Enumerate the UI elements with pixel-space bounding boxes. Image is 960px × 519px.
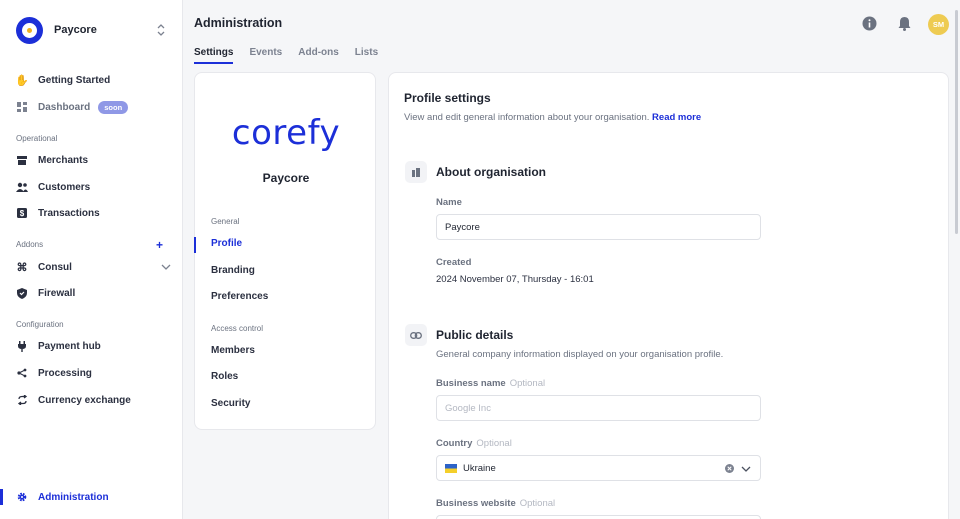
org-name: Paycore — [54, 24, 97, 36]
org-switcher[interactable]: Paycore — [16, 16, 176, 44]
wave-hand-icon: ✋ — [15, 74, 29, 87]
page-title: Administration — [194, 16, 283, 30]
svg-text:$: $ — [20, 209, 25, 218]
active-indicator — [194, 237, 196, 253]
public-details-subtitle: General company information displayed on… — [436, 349, 724, 360]
command-icon: ⌘ — [16, 261, 28, 274]
business-name-label: Business name Optional — [436, 378, 545, 389]
settings-title: Profile settings — [404, 91, 491, 105]
dashboard-icon — [16, 101, 28, 113]
user-avatar[interactable]: SM — [928, 14, 949, 35]
sidebar-item-label: Dashboard — [38, 101, 91, 113]
section-addons: Addons — [16, 240, 44, 249]
soon-badge: soon — [98, 100, 129, 114]
section-general: General — [211, 217, 240, 226]
corefy-logo: corefy — [231, 113, 341, 153]
sidebar-item-merchants[interactable]: Merchants — [16, 150, 171, 170]
tab-add-ons[interactable]: Add-ons — [298, 47, 339, 64]
public-details-title: Public details — [436, 328, 514, 342]
link-icon — [405, 324, 427, 346]
tab-events[interactable]: Events — [249, 47, 282, 64]
dollar-icon: $ — [16, 207, 28, 219]
sidebar-item-transactions[interactable]: $ Transactions — [16, 203, 171, 223]
sidebar-item-label: Getting Started — [38, 74, 111, 86]
clear-icon[interactable] — [725, 464, 734, 473]
unfold-icon — [157, 24, 165, 36]
settings-description: View and edit general information about … — [404, 112, 701, 123]
profile-settings-card: Profile settings View and edit general i… — [388, 72, 949, 519]
description-text: View and edit general information about … — [404, 112, 650, 123]
sidebar-item-label: Customers — [38, 181, 91, 193]
business-website-input[interactable] — [436, 515, 761, 519]
section-operational: Operational — [16, 134, 58, 143]
subnav-preferences[interactable]: Preferences — [211, 291, 268, 302]
store-icon — [16, 154, 28, 166]
sidebar-item-currency-exchange[interactable]: Currency exchange — [16, 390, 171, 410]
plug-icon — [16, 340, 28, 352]
ukraine-flag-icon — [445, 463, 457, 473]
country-select[interactable]: Ukraine — [436, 455, 761, 481]
chevron-down-icon[interactable] — [161, 262, 171, 272]
subnav-security[interactable]: Security — [211, 398, 250, 409]
created-label: Created — [436, 257, 472, 268]
sidebar-item-label: Merchants — [38, 154, 89, 166]
sidebar-item-label: Processing — [38, 367, 92, 379]
scroll-thumb[interactable] — [955, 10, 958, 234]
optional-hint: Optional — [509, 378, 546, 389]
shield-icon — [16, 287, 28, 299]
users-icon — [16, 181, 28, 193]
sidebar-item-label: Transactions — [38, 207, 100, 219]
sidebar-item-dashboard[interactable]: Dashboard soon — [16, 97, 171, 117]
about-organisation-title: About organisation — [436, 165, 546, 179]
add-addon-button[interactable]: + — [156, 239, 163, 251]
active-indicator — [0, 489, 3, 505]
optional-hint: Optional — [476, 438, 512, 449]
business-name-input[interactable] — [436, 395, 761, 421]
label-text: Country — [436, 438, 473, 449]
gear-icon — [16, 491, 28, 503]
sidebar-item-label: Consul — [38, 261, 72, 273]
brand-logo-icon — [16, 16, 43, 44]
building-icon — [405, 161, 427, 183]
sidebar-item-label: Payment hub — [38, 340, 101, 352]
sidebar-item-payment-hub[interactable]: Payment hub — [16, 336, 171, 356]
business-website-label: Business website Optional — [436, 498, 555, 509]
read-more-link[interactable]: Read more — [652, 112, 701, 123]
organisation-name: Paycore — [262, 171, 310, 185]
exchange-icon — [16, 394, 28, 406]
created-value: 2024 November 07, Thursday - 16:01 — [436, 274, 594, 285]
subnav-roles[interactable]: Roles — [211, 371, 238, 382]
subnav-branding[interactable]: Branding — [211, 265, 255, 276]
bell-icon[interactable] — [897, 16, 912, 31]
country-label: Country Optional — [436, 438, 512, 449]
country-value: Ukraine — [463, 462, 496, 474]
sidebar-item-consul[interactable]: ⌘ Consul — [16, 257, 171, 277]
organisation-card: corefy Paycore General Profile Branding … — [194, 72, 376, 430]
sidebar-item-administration[interactable]: Administration — [16, 487, 171, 507]
name-label: Name — [436, 197, 462, 208]
tab-lists[interactable]: Lists — [355, 47, 378, 64]
section-configuration: Configuration — [16, 320, 64, 329]
optional-hint: Optional — [519, 498, 556, 509]
subnav-profile[interactable]: Profile — [211, 238, 242, 249]
label-text: Business name — [436, 378, 506, 389]
share-icon — [16, 367, 28, 379]
section-access-control: Access control — [211, 324, 264, 333]
sidebar-item-customers[interactable]: Customers — [16, 177, 171, 197]
tab-bar: Settings Events Add-ons Lists — [194, 47, 394, 64]
name-field[interactable]: Paycore — [436, 214, 761, 240]
sidebar: Paycore ✋ Getting Started Dashboard soon… — [0, 0, 183, 519]
tab-settings[interactable]: Settings — [194, 47, 234, 64]
chevron-down-icon[interactable] — [741, 464, 751, 474]
sidebar-item-firewall[interactable]: Firewall — [16, 283, 171, 303]
subnav-members[interactable]: Members — [211, 345, 255, 356]
sidebar-item-processing[interactable]: Processing — [16, 363, 171, 383]
sidebar-item-label: Firewall — [38, 287, 76, 299]
info-icon[interactable] — [862, 16, 877, 31]
label-text: Business website — [436, 498, 516, 509]
sidebar-item-label: Currency exchange — [38, 394, 131, 406]
scrollbar[interactable] — [955, 0, 959, 519]
sidebar-item-label: Administration — [38, 491, 109, 503]
sidebar-item-getting-started[interactable]: ✋ Getting Started — [15, 70, 171, 90]
